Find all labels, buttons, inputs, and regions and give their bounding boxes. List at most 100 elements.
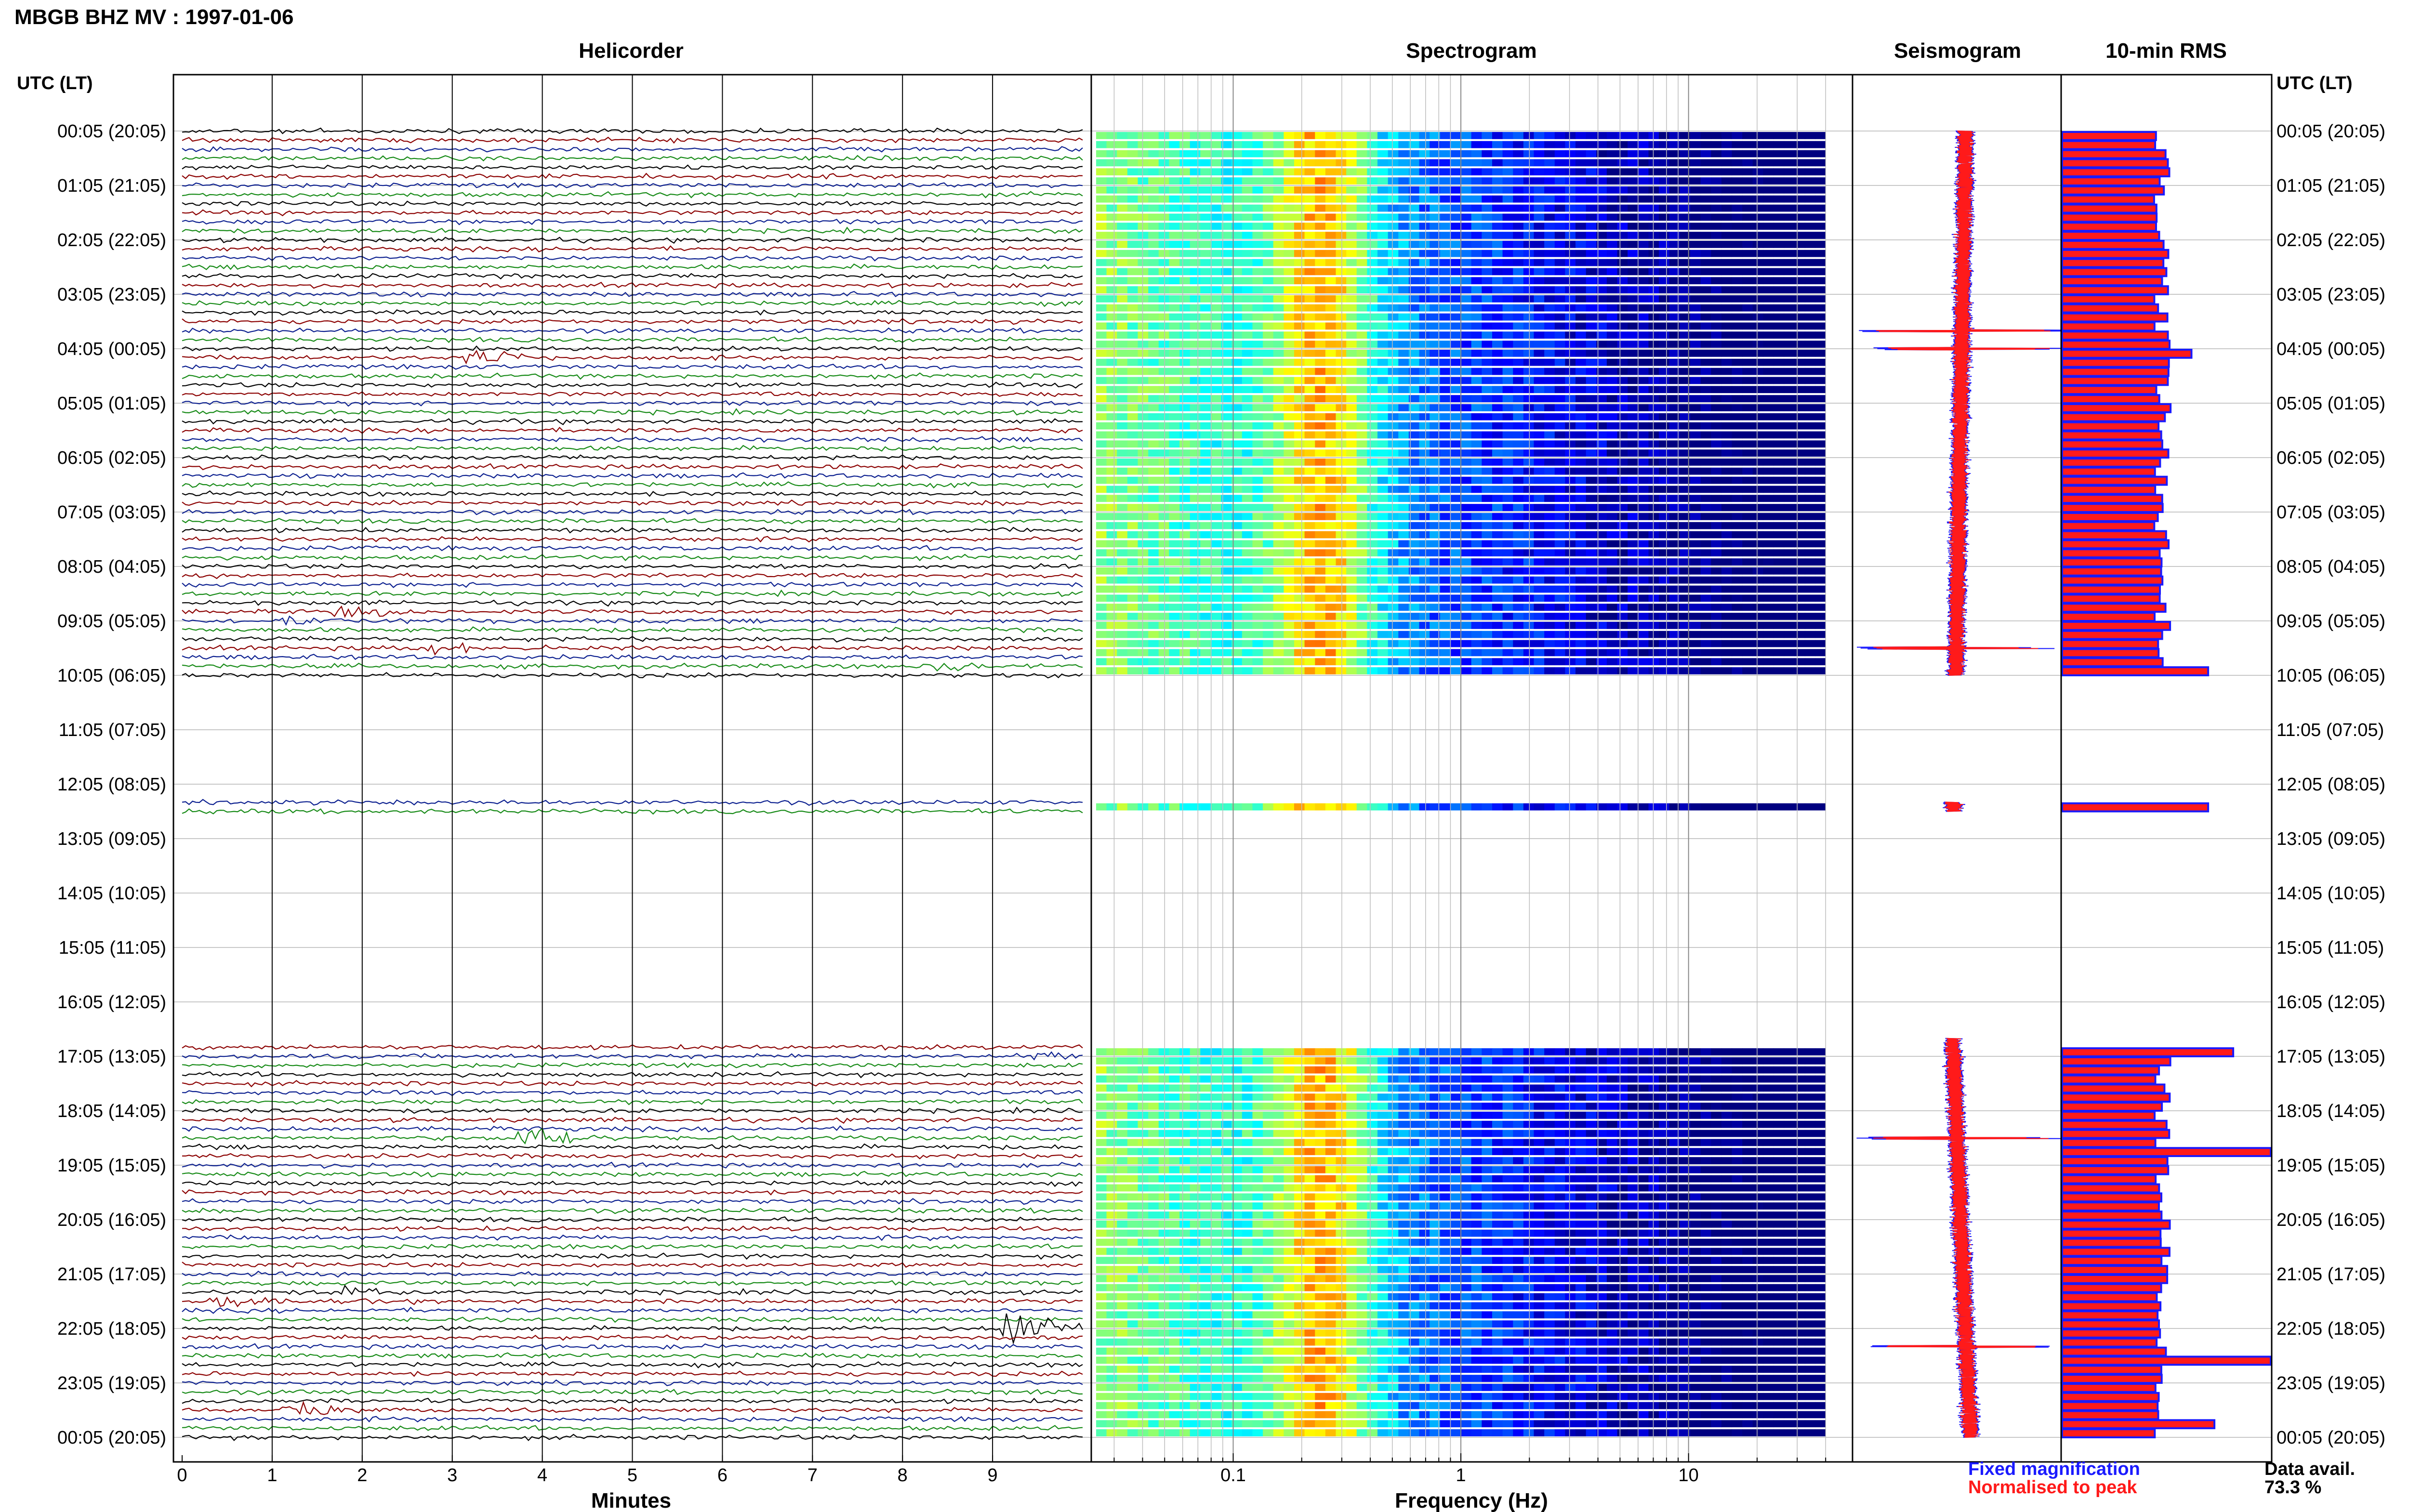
spectrogram-cell — [1544, 594, 1555, 602]
spectrogram-cell — [1606, 549, 1618, 557]
spectrogram-cell — [1127, 649, 1138, 657]
spectrogram-cell — [1148, 1112, 1159, 1119]
spectrogram-cell — [1815, 141, 1826, 148]
spectrogram-cell — [1158, 467, 1169, 475]
spectrogram-cell — [1711, 449, 1722, 457]
spectrogram-cell — [1471, 476, 1482, 484]
spectrogram-cell — [1700, 250, 1711, 257]
spectrogram-cell — [1190, 513, 1201, 520]
spectrogram-cell — [1461, 531, 1472, 539]
spectrogram-cell — [1513, 304, 1524, 312]
spectrogram-cell — [1815, 259, 1826, 266]
spectrogram-cell — [1148, 277, 1159, 285]
spectrogram-cell — [1398, 223, 1409, 230]
spectrogram-cell — [1752, 1057, 1763, 1065]
spectrogram-cell — [1148, 159, 1159, 167]
spectrogram-cell — [1554, 513, 1565, 520]
spectrogram-cell — [1659, 132, 1670, 139]
spectrogram-cell — [1210, 286, 1222, 293]
spectrogram-cell — [1628, 168, 1639, 176]
spectrogram-cell — [1346, 640, 1357, 647]
spectrogram-cell — [1179, 204, 1191, 212]
spectrogram-cell — [1461, 377, 1472, 384]
spectrogram-cell — [1534, 368, 1545, 375]
spectrogram-cell — [1315, 613, 1326, 620]
spectrogram-cell — [1117, 1084, 1128, 1092]
spectrogram-cell — [1419, 268, 1430, 276]
spectrogram-cell — [1523, 295, 1535, 302]
spectrogram-cell — [1721, 1057, 1733, 1065]
spectrogram-cell — [1367, 604, 1378, 611]
spectrogram-cell — [1138, 631, 1149, 638]
spectrogram-cell — [1263, 1075, 1274, 1083]
spectrogram-cell — [1377, 631, 1389, 638]
spectrogram-cell — [1450, 186, 1461, 194]
spectrogram-cell — [1210, 322, 1222, 330]
spectrogram-cell — [1127, 1103, 1138, 1110]
spectrogram-cell — [1638, 594, 1649, 602]
spectrogram-cell — [1440, 658, 1451, 666]
spectrogram-cell — [1252, 640, 1263, 647]
spectrogram-cell — [1648, 168, 1659, 176]
spectrogram-cell — [1492, 640, 1503, 647]
spectrogram-cell — [1721, 576, 1733, 584]
spectrogram-cell — [1804, 150, 1816, 158]
spectrogram-cell — [1471, 531, 1482, 539]
spectrogram-cell — [1523, 522, 1535, 529]
spectrogram-cell — [1815, 204, 1826, 212]
spectrogram-cell — [1273, 576, 1284, 584]
spectrogram-cell — [1534, 486, 1545, 493]
spectrogram-cell — [1169, 295, 1180, 302]
spectrogram-cell — [1106, 395, 1117, 402]
spectrogram-cell — [1336, 277, 1347, 285]
spectrogram-cell — [1721, 459, 1733, 466]
spectrogram-cell — [1325, 341, 1337, 348]
spectrogram-cell — [1263, 803, 1274, 811]
spectrogram-cell — [1482, 459, 1493, 466]
spectrogram-cell — [1784, 377, 1795, 384]
spectrogram-cell — [1784, 431, 1795, 439]
spectrogram-cell — [1440, 132, 1451, 139]
spectrogram-cell — [1096, 504, 1107, 511]
spectrogram-cell — [1763, 223, 1774, 230]
spectrogram-cell — [1638, 667, 1649, 674]
spectrogram-cell — [1294, 223, 1305, 230]
spectrogram-cell — [1534, 803, 1545, 811]
spectrogram-cell — [1523, 413, 1535, 421]
spectrogram-cell — [1106, 159, 1117, 167]
spectrogram-cell — [1763, 540, 1774, 548]
spectrogram-cell — [1367, 513, 1378, 520]
spectrogram-cell — [1346, 358, 1357, 366]
spectrogram-cell — [1523, 377, 1535, 384]
spectrogram-cell — [1565, 223, 1576, 230]
spectrogram-cell — [1294, 631, 1305, 638]
spectrogram-cell — [1513, 649, 1524, 657]
spectrogram-cell — [1648, 368, 1659, 375]
spectrogram-cell — [1513, 395, 1524, 402]
spectrogram-cell — [1190, 649, 1201, 657]
spectrogram-cell — [1721, 141, 1733, 148]
spectrogram-cell — [1106, 431, 1117, 439]
spectrogram-cell — [1690, 640, 1701, 647]
spectrogram-cell — [1586, 422, 1597, 430]
spectrogram-cell — [1794, 622, 1805, 629]
spectrogram-cell — [1242, 159, 1253, 167]
spectrogram-cell — [1117, 313, 1128, 321]
spectrogram-cell — [1763, 350, 1774, 357]
spectrogram-cell — [1711, 368, 1722, 375]
spectrogram-cell — [1659, 631, 1670, 638]
spectrogram-cell — [1284, 250, 1295, 257]
spectrogram-cell — [1148, 186, 1159, 194]
spectrogram-cell — [1804, 594, 1816, 602]
spectrogram-cell — [1742, 322, 1753, 330]
spectrogram-cell — [1200, 259, 1211, 266]
spectrogram-cell — [1763, 313, 1774, 321]
spectrogram-cell — [1148, 467, 1159, 475]
spectrogram-cell — [1648, 204, 1659, 212]
spectrogram-cell — [1284, 195, 1295, 203]
spectrogram-cell — [1148, 459, 1159, 466]
spectrogram-cell — [1450, 322, 1461, 330]
spectrogram-cell — [1190, 613, 1201, 620]
spectrogram-cell — [1284, 150, 1295, 158]
spectrogram-cell — [1523, 159, 1535, 167]
